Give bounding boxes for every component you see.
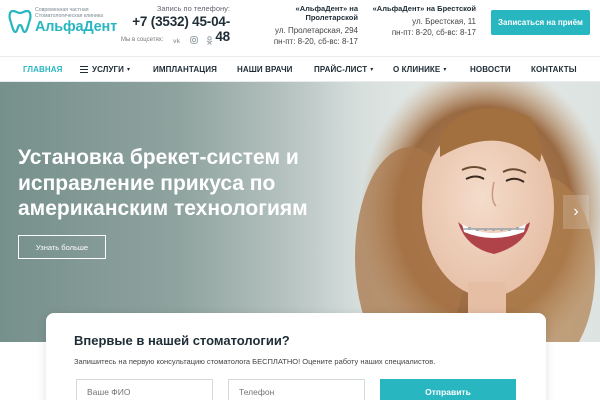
chevron-right-icon[interactable]: › [563,195,589,229]
social-links: Мы в соцсетях: vk [121,35,214,45]
address-street: ул. Пролетарская, 294 [275,26,358,35]
name-input[interactable] [76,379,213,400]
address-proletarskaya: «АльфаДент» на Пролетарской ул. Пролетар… [250,4,358,46]
nav-item-home[interactable]: ГЛАВНАЯ [23,57,63,82]
form-subtitle: Запишитесь на первую консультацию стомат… [74,357,436,366]
form-title: Впервые в нашей стоматологии? [74,333,290,348]
phone-input[interactable] [228,379,365,400]
address-hours: пн-пт: 8-20, сб-вс: 8-17 [273,37,358,46]
chevron-down-icon: ▾ [443,67,447,73]
submit-button[interactable]: Отправить [380,379,516,400]
chevron-down-icon: ▾ [127,67,131,73]
site-header: Современная частная Стоматологическая кл… [0,0,600,56]
address-hours: пн-пт: 8-20, сб-вс: 8-17 [391,28,476,37]
address-title: «АльфаДент» на Брестской [372,4,476,13]
logo[interactable]: Современная частная Стоматологическая кл… [8,6,117,38]
svg-text:vk: vk [173,38,181,44]
instagram-icon[interactable] [189,36,198,45]
chevron-down-icon: ▾ [370,67,374,73]
hero-slider: Установка брекет-систем и исправление пр… [0,82,600,342]
nav-item-news[interactable]: НОВОСТИ [470,57,511,82]
main-nav: ГЛАВНАЯ УСЛУГИ ▾ ИМПЛАНТАЦИЯ НАШИ ВРАЧИ … [0,56,600,82]
nav-item-label: О КЛИНИКЕ [393,65,441,74]
nav-item-label: УСЛУГИ [92,65,125,74]
address-street: ул. Брестская, 11 [412,17,476,26]
address-title: «АльфаДент» на Пролетарской [295,4,358,22]
brand-name: АльфаДент [35,19,117,35]
first-visit-form: Впервые в нашей стоматологии? Запишитесь… [46,313,546,400]
nav-item-about[interactable]: О КЛИНИКЕ ▾ [393,57,446,82]
nav-item-services[interactable]: УСЛУГИ ▾ [80,57,130,82]
vk-icon[interactable]: vk [173,36,182,45]
nav-item-pricelist[interactable]: ПРАЙС-ЛИСТ ▾ [314,57,373,82]
nav-item-doctors[interactable]: НАШИ ВРАЧИ [237,57,293,82]
learn-more-button[interactable]: Узнать больше [18,235,106,259]
hero-title: Установка брекет-систем и исправление пр… [18,146,308,220]
tooth-logo-icon [8,9,32,34]
nav-item-implantation[interactable]: ИМПЛАНТАЦИЯ [153,57,217,82]
nav-item-label: ПРАЙС-ЛИСТ [314,65,368,74]
menu-icon [80,66,88,73]
logo-tagline: Современная частная Стоматологическая кл… [35,7,113,19]
address-brestskaya: «АльфаДент» на Брестской ул. Брестская, … [368,4,476,37]
nav-item-contacts[interactable]: КОНТАКТЫ [531,57,577,82]
social-caption: Мы в соцсетях: [121,37,164,43]
book-appointment-button[interactable]: Записаться на приём [491,10,590,35]
phone-caption: Запись по телефону: [156,4,230,13]
odnoklassniki-icon[interactable] [205,35,214,45]
